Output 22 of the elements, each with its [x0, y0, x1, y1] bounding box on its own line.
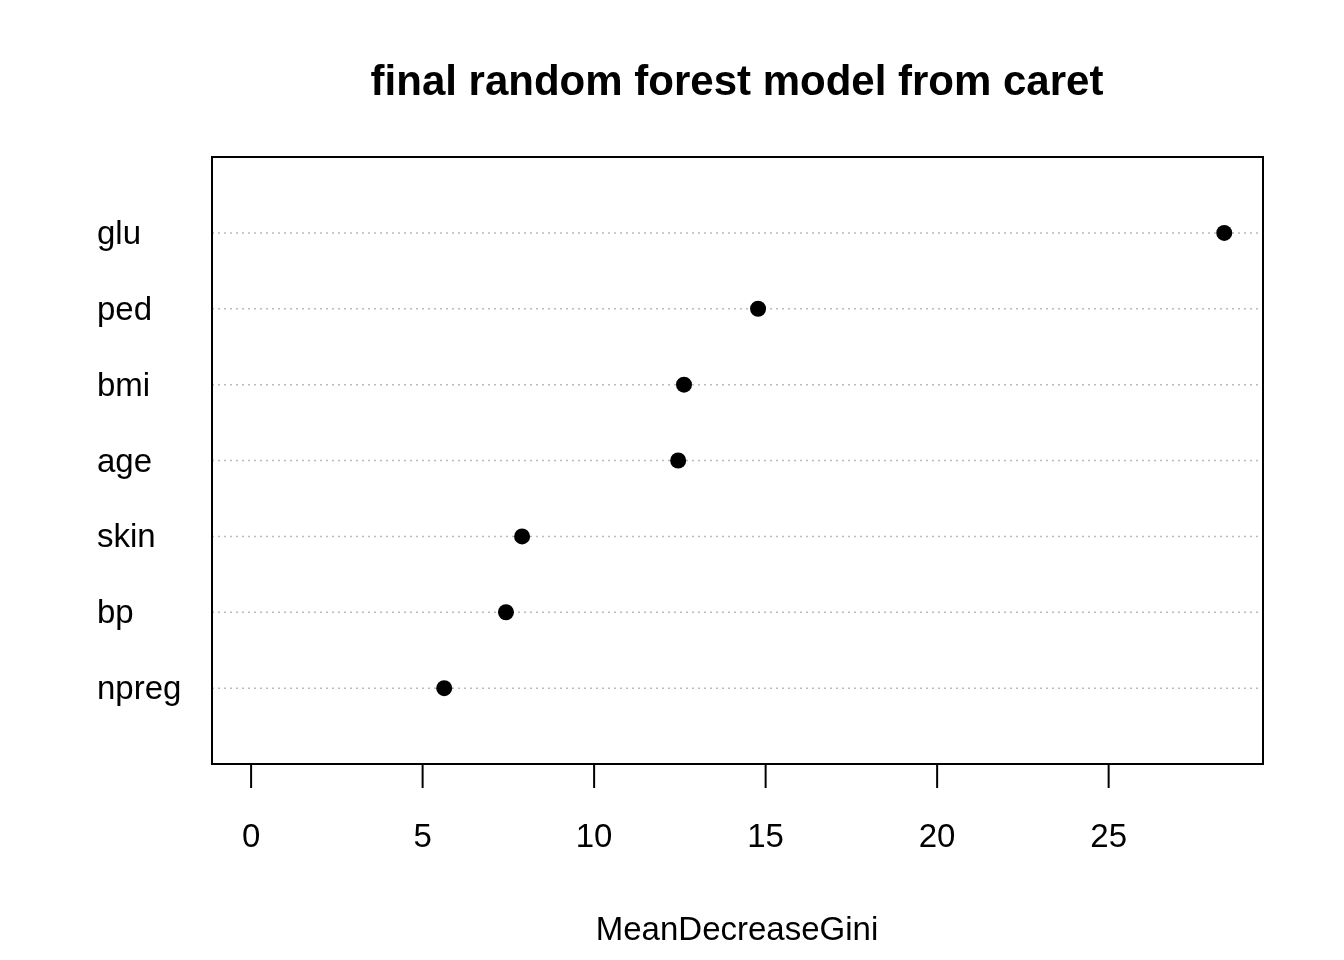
tick-label: 20 [918, 817, 956, 854]
tick-label: 15 [747, 817, 784, 854]
tick-label: 10 [575, 817, 613, 854]
category-label: skin [97, 517, 156, 555]
tick-label: 25 [1090, 817, 1127, 854]
data-point [514, 528, 531, 545]
axis-title: MeanDecreaseGini [595, 910, 879, 947]
tick-label: 5 [413, 817, 432, 854]
data-point [497, 604, 514, 621]
category-label: glu [97, 213, 142, 251]
chart-title: final random forest model from caret [370, 57, 1104, 104]
category-label: age [97, 441, 153, 479]
data-point [436, 680, 453, 697]
category-label: npreg [97, 669, 182, 707]
tick-label: 0 [241, 817, 261, 854]
category-label: bp [97, 593, 134, 631]
data-point [1216, 224, 1233, 241]
data-point [750, 300, 767, 317]
data-point [676, 376, 692, 393]
category-label: bmi [97, 365, 151, 403]
data-point [670, 452, 687, 469]
category-label: ped [97, 289, 153, 327]
